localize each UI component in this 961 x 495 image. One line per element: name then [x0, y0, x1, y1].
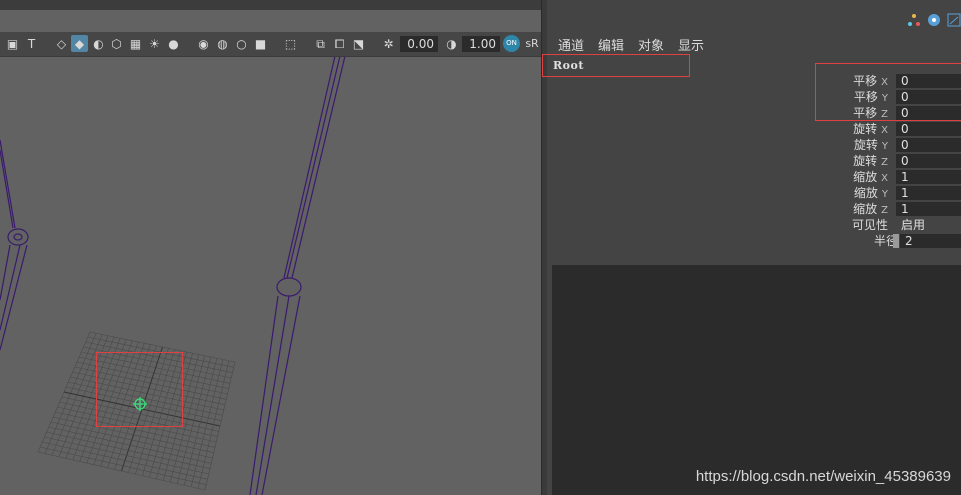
textured-icon[interactable]: ◐: [90, 35, 107, 52]
attr-label: 可见性: [851, 218, 888, 232]
image-plane-icon[interactable]: ▣: [4, 35, 21, 52]
xray-active-icon[interactable]: ⬔: [350, 35, 367, 52]
xray-joints-icon[interactable]: ⧠: [331, 35, 348, 52]
light-icon[interactable]: ☀: [146, 35, 163, 52]
menu-edit[interactable]: 编辑: [598, 35, 624, 54]
ambient-occlusion-icon[interactable]: ◉: [195, 35, 212, 52]
attr-value-field[interactable]: 0: [896, 122, 961, 136]
exposure-field[interactable]: 0.00: [400, 36, 438, 52]
attr-value-field[interactable]: 0: [896, 138, 961, 152]
isolate-select-icon[interactable]: ⬚: [282, 35, 299, 52]
attr-value-field[interactable]: 0: [896, 154, 961, 168]
depth-icon[interactable]: ■: [252, 35, 269, 52]
modeling-toolkit-icon[interactable]: [927, 13, 941, 27]
attr-row-scale-z[interactable]: 缩放 Z 1: [547, 201, 961, 217]
gamma-field[interactable]: 1.00: [462, 36, 500, 52]
checker-icon[interactable]: ▦: [127, 35, 144, 52]
attr-value-field[interactable]: 1: [896, 170, 961, 184]
scene-view[interactable]: [0, 0, 541, 495]
attr-row-radius[interactable]: 半径 2: [547, 233, 961, 249]
motion-blur-icon[interactable]: ◍: [214, 35, 231, 52]
attr-value-field[interactable]: 启用: [896, 218, 961, 232]
watermark-text: https://blog.csdn.net/weixin_45389639: [695, 468, 951, 485]
object-name-highlight-box: [542, 54, 690, 77]
channel-box-header-icons: [907, 10, 961, 30]
viewport-panel[interactable]: ▣ T ◇ ◆ ◐ ⬡ ▦ ☀ ● ◉ ◍ ○ ■ ⬚ ⧉ ⧠ ⬔ ✲ 0.00…: [0, 0, 541, 495]
attr-value-field[interactable]: 1: [896, 202, 961, 216]
attr-row-scale-y[interactable]: 缩放 Y 1: [547, 185, 961, 201]
radius-slider-handle[interactable]: [893, 234, 899, 248]
color-management-toggle[interactable]: ON: [503, 35, 520, 52]
bounding-box-icon[interactable]: ⬡: [108, 35, 125, 52]
attr-row-rotate-y[interactable]: 旋转 Y 0: [547, 137, 961, 153]
channel-box-menu: 通道 编辑 对象 显示: [558, 35, 704, 54]
menu-object[interactable]: 对象: [638, 35, 664, 54]
attr-row-scale-x[interactable]: 缩放 X 1: [547, 169, 961, 185]
viewport-toolbar: ▣ T ◇ ◆ ◐ ⬡ ▦ ☀ ● ◉ ◍ ○ ■ ⬚ ⧉ ⧠ ⬔ ✲ 0.00…: [0, 32, 541, 57]
menu-channels[interactable]: 通道: [558, 35, 584, 54]
translate-highlight-box: [815, 63, 961, 121]
xray-icon[interactable]: ⧉: [312, 35, 329, 52]
exposure-icon[interactable]: ✲: [380, 35, 397, 52]
shaded-cube-icon[interactable]: ◆: [71, 35, 88, 52]
attr-value-field[interactable]: 1: [896, 186, 961, 200]
attr-row-visibility[interactable]: 可见性 启用: [547, 217, 961, 233]
layer-editor-area[interactable]: [552, 265, 961, 495]
shadow-icon[interactable]: ●: [165, 35, 182, 52]
attribute-editor-icon[interactable]: [947, 13, 961, 27]
joint-chain-right: [249, 55, 346, 495]
menu-show[interactable]: 显示: [678, 35, 704, 54]
locator-highlight-box: [96, 352, 183, 427]
joint-chain-left: [0, 139, 29, 351]
attr-row-rotate-z[interactable]: 旋转 Z 0: [547, 153, 961, 169]
attr-value-field[interactable]: 2: [900, 234, 961, 248]
attr-row-rotate-x[interactable]: 旋转 X 0: [547, 121, 961, 137]
gamma-icon[interactable]: ◑: [443, 35, 460, 52]
channel-box-toggle-icon[interactable]: [907, 13, 921, 27]
wireframe-cube-icon[interactable]: ◇: [53, 35, 70, 52]
text-icon[interactable]: T: [23, 35, 40, 52]
anti-alias-icon[interactable]: ○: [233, 35, 250, 52]
colorspace-label[interactable]: sR: [523, 35, 541, 52]
